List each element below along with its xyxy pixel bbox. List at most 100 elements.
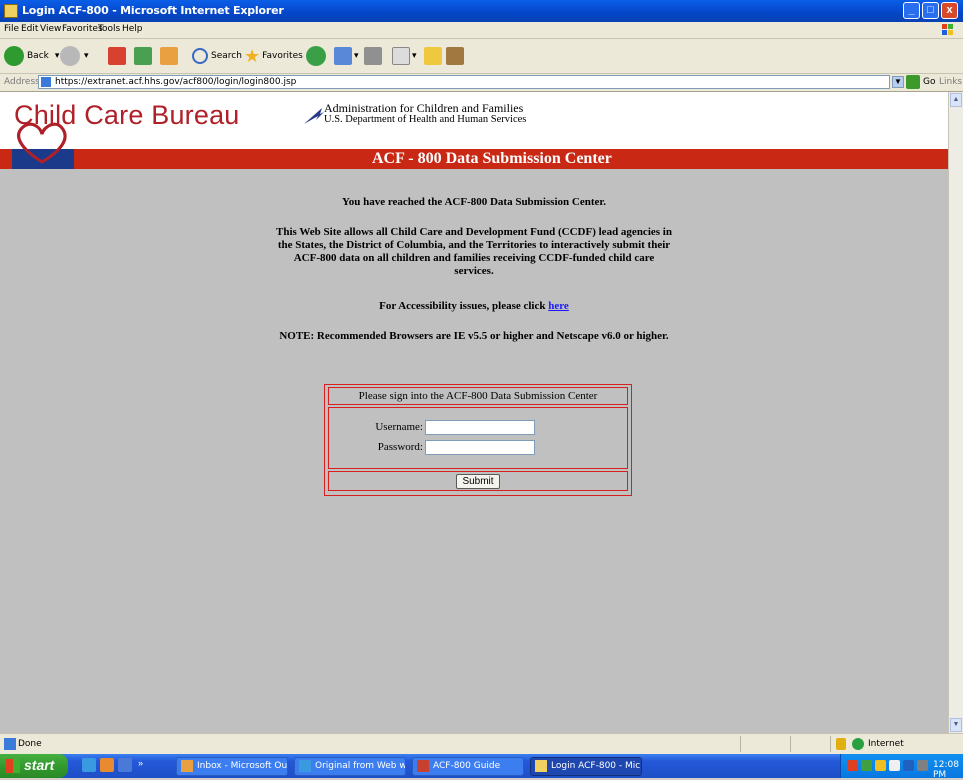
login-actions: Submit bbox=[328, 471, 628, 491]
ie-quicklaunch-icon[interactable] bbox=[82, 758, 96, 772]
research-button[interactable] bbox=[446, 45, 464, 67]
chevron-right-icon[interactable]: » bbox=[138, 758, 148, 772]
start-button[interactable]: start bbox=[0, 754, 68, 778]
outlook-icon bbox=[181, 760, 193, 772]
page-icon bbox=[41, 77, 51, 87]
go-button[interactable]: Go bbox=[906, 75, 935, 89]
vertical-scrollbar[interactable]: ▲ ▼ bbox=[948, 92, 963, 733]
refresh-icon bbox=[134, 47, 152, 65]
status-text: Done bbox=[18, 739, 42, 749]
refresh-button[interactable] bbox=[134, 45, 152, 67]
status-divider bbox=[740, 736, 741, 752]
page-title: ACF - 800 Data Submission Center bbox=[372, 150, 612, 167]
taskbar-item-inbox[interactable]: Inbox - Microsoft Out... bbox=[176, 757, 288, 776]
menu-tools[interactable]: Tools bbox=[98, 24, 120, 34]
page-done-icon bbox=[4, 738, 16, 750]
history-icon bbox=[306, 46, 326, 66]
back-button[interactable]: Back ▾ bbox=[4, 45, 59, 67]
taskbar-item-guide[interactable]: ACF-800 Guide bbox=[412, 757, 524, 776]
go-label: Go bbox=[923, 77, 936, 87]
login-fields: Username: Password: bbox=[328, 407, 628, 469]
windows-flag-icon bbox=[942, 24, 953, 35]
folder-button[interactable] bbox=[424, 45, 442, 67]
research-icon bbox=[446, 47, 464, 65]
maximize-button[interactable]: □ bbox=[922, 2, 939, 19]
tray-icon[interactable] bbox=[847, 760, 858, 771]
search-button[interactable]: Search bbox=[192, 45, 242, 67]
scroll-up-icon[interactable]: ▲ bbox=[950, 93, 962, 107]
tray-icon[interactable] bbox=[861, 760, 872, 771]
print-icon bbox=[364, 47, 382, 65]
menu-edit[interactable]: Edit bbox=[21, 24, 38, 34]
hhs-eagle-icon bbox=[304, 108, 324, 124]
lock-icon[interactable] bbox=[836, 738, 846, 750]
chevron-down-icon: ▾ bbox=[354, 51, 359, 61]
mail-icon bbox=[334, 47, 352, 65]
tray-icon[interactable] bbox=[875, 760, 886, 771]
menu-bar: File Edit View Favorites Tools Help bbox=[0, 22, 963, 39]
internet-zone-icon bbox=[852, 738, 864, 750]
browser-toolbar: Back ▾ ▾ Search ★ Favorites ▾ ▾ bbox=[0, 39, 963, 74]
accessibility-text: For Accessibility issues, please click h… bbox=[0, 300, 948, 313]
forward-button[interactable]: ▾ bbox=[60, 45, 89, 67]
go-arrow-icon bbox=[906, 75, 920, 89]
accessibility-link[interactable]: here bbox=[548, 300, 569, 312]
stop-button[interactable] bbox=[108, 45, 126, 67]
chevron-down-icon: ▾ bbox=[84, 51, 89, 61]
favorites-button[interactable]: ★ Favorites bbox=[244, 45, 303, 67]
forward-arrow-icon bbox=[60, 46, 80, 66]
print-button[interactable] bbox=[364, 45, 382, 67]
login-heading: Please sign into the ACF-800 Data Submis… bbox=[328, 387, 628, 405]
mail-button[interactable]: ▾ bbox=[334, 45, 359, 67]
history-button[interactable] bbox=[306, 45, 326, 67]
child-care-bureau-logo[interactable]: Child Care Bureau bbox=[14, 100, 240, 131]
volume-icon[interactable] bbox=[917, 760, 928, 771]
menu-file[interactable]: File bbox=[4, 24, 19, 34]
outlook-quicklaunch-icon[interactable] bbox=[100, 758, 114, 772]
close-button[interactable]: x bbox=[941, 2, 958, 19]
login-form: Please sign into the ACF-800 Data Submis… bbox=[324, 384, 632, 496]
word-icon bbox=[392, 47, 410, 65]
windows-taskbar: start » Inbox - Microsoft Out... Origina… bbox=[0, 754, 963, 780]
taskbar-item-label: Inbox - Microsoft Out... bbox=[197, 761, 288, 771]
taskbar-item-label: Original from Web wit... bbox=[315, 761, 406, 771]
ie-app-icon bbox=[4, 4, 18, 18]
home-button[interactable] bbox=[160, 45, 178, 67]
minimize-button[interactable]: _ bbox=[903, 2, 920, 19]
taskbar-item-original[interactable]: Original from Web wit... bbox=[294, 757, 406, 776]
accessibility-prefix: For Accessibility issues, please click bbox=[379, 300, 549, 312]
star-icon: ★ bbox=[244, 45, 261, 67]
clock[interactable]: 12:08 PM bbox=[933, 760, 963, 780]
pdf-icon bbox=[417, 760, 429, 772]
window-title-bar[interactable]: Login ACF-800 - Microsoft Internet Explo… bbox=[0, 0, 963, 22]
home-icon bbox=[160, 47, 178, 65]
security-zone: Internet bbox=[868, 739, 904, 749]
taskbar-item-login[interactable]: Login ACF-800 - Micr... bbox=[530, 757, 642, 776]
agency-line-2: U.S. Department of Health and Human Serv… bbox=[324, 114, 527, 125]
edit-button[interactable]: ▾ bbox=[392, 45, 417, 67]
submit-button[interactable]: Submit bbox=[456, 474, 500, 489]
ie-icon bbox=[535, 760, 547, 772]
agency-name: Administration for Children and Families… bbox=[324, 102, 527, 125]
ie-icon bbox=[299, 760, 311, 772]
taskbar-item-label: Login ACF-800 - Micr... bbox=[551, 761, 642, 771]
menu-help[interactable]: Help bbox=[122, 24, 143, 34]
back-label: Back bbox=[27, 51, 49, 61]
stop-icon bbox=[108, 47, 126, 65]
links-button[interactable]: Links bbox=[939, 77, 962, 87]
taskbar-item-label: ACF-800 Guide bbox=[433, 761, 501, 771]
address-dropdown-button[interactable]: ▼ bbox=[892, 76, 904, 88]
menu-favorites[interactable]: Favorites bbox=[62, 24, 103, 34]
username-input[interactable] bbox=[425, 420, 535, 435]
address-input[interactable]: https://extranet.acf.hhs.gov/acf800/logi… bbox=[38, 75, 890, 89]
menu-view[interactable]: View bbox=[40, 24, 61, 34]
tray-icon[interactable] bbox=[889, 760, 900, 771]
tray-icon[interactable] bbox=[903, 760, 914, 771]
start-label: start bbox=[24, 757, 55, 773]
desktop-quicklaunch-icon[interactable] bbox=[118, 758, 132, 772]
password-input[interactable] bbox=[425, 440, 535, 455]
username-label: Username: bbox=[375, 421, 423, 433]
status-bar: Done Internet bbox=[0, 733, 963, 755]
scroll-down-icon[interactable]: ▼ bbox=[950, 718, 962, 732]
description-text: This Web Site allows all Child Care and … bbox=[276, 226, 672, 277]
